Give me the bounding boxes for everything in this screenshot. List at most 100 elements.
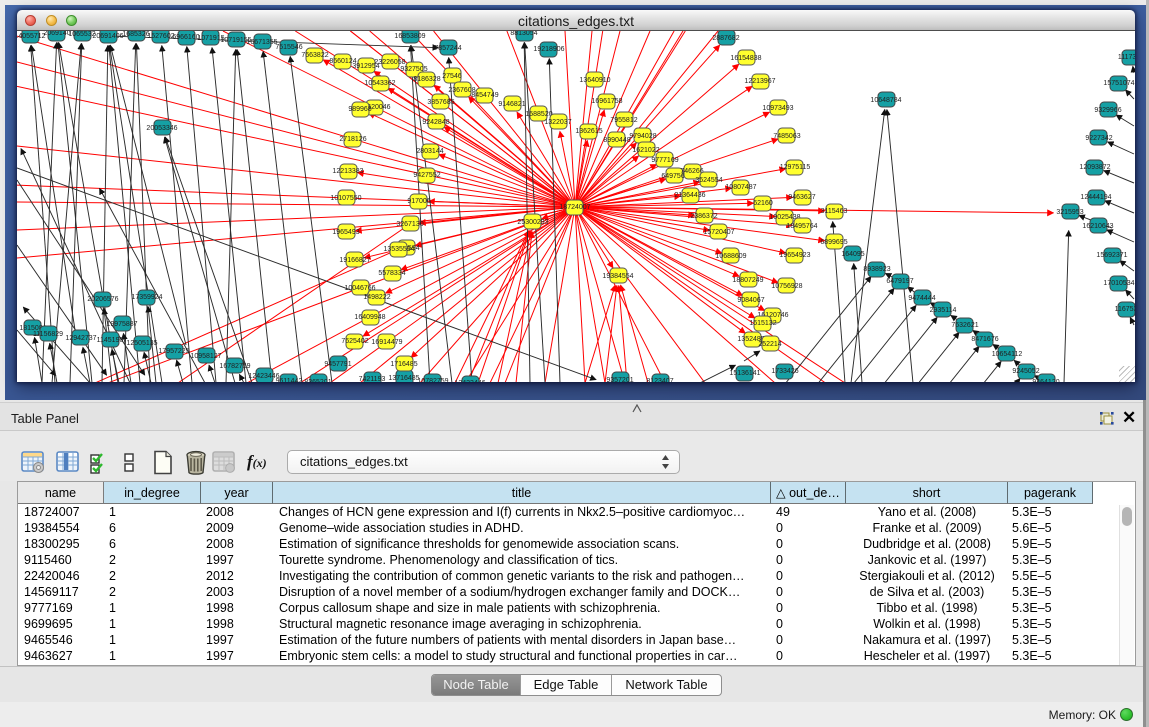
svg-text:18724007: 18724007: [559, 204, 590, 211]
svg-text:20206576: 20206576: [87, 296, 118, 303]
svg-text:14055712: 14055712: [17, 33, 46, 40]
svg-text:8990448: 8990448: [603, 137, 630, 144]
svg-text:25300293: 25300293: [517, 219, 548, 226]
svg-text:3624554: 3624554: [695, 177, 722, 184]
svg-text:6479197: 6479197: [886, 278, 913, 285]
svg-text:16961758: 16961758: [591, 98, 622, 105]
svg-text:1621022: 1621022: [632, 147, 659, 154]
svg-text:252214: 252214: [758, 341, 781, 348]
svg-text:10807487: 10807487: [725, 184, 756, 191]
svg-text:7632621: 7632621: [951, 322, 978, 329]
svg-text:12942737: 12942737: [65, 335, 96, 342]
svg-text:15751074: 15751074: [1103, 80, 1134, 87]
svg-text:9464120: 9464120: [1032, 379, 1059, 382]
svg-text:15136141: 15136141: [729, 370, 760, 377]
svg-text:9245052: 9245052: [1012, 368, 1039, 375]
svg-text:164095: 164095: [841, 251, 864, 258]
svg-text:2887682: 2887682: [712, 35, 739, 42]
svg-text:12505135: 12505135: [126, 340, 157, 347]
svg-text:13640910: 13640910: [579, 77, 610, 84]
svg-text:10688609: 10688609: [715, 253, 746, 260]
svg-text:18495764: 18495764: [786, 223, 817, 230]
svg-text:7955812: 7955812: [610, 117, 637, 124]
svg-text:7663822: 7663822: [301, 52, 328, 59]
svg-text:9357201: 9357201: [606, 377, 633, 382]
svg-text:8938923: 8938923: [863, 266, 890, 273]
svg-text:13716485: 13716485: [388, 375, 419, 382]
svg-text:10543362: 10543362: [364, 80, 395, 87]
svg-text:7515546: 7515546: [275, 44, 302, 51]
svg-text:1117344: 1117344: [1118, 54, 1135, 61]
svg-text:8365201: 8365201: [304, 379, 331, 382]
svg-text:1322037: 1322037: [544, 119, 571, 126]
svg-text:9463627: 9463627: [788, 194, 815, 201]
svg-text:9084067: 9084067: [737, 297, 764, 304]
svg-text:10973493: 10973493: [762, 105, 793, 112]
svg-text:16853809: 16853809: [394, 33, 425, 40]
svg-text:7625402: 7625402: [341, 338, 368, 345]
svg-text:17359924: 17359924: [131, 294, 162, 301]
svg-text:19975887: 19975887: [106, 321, 137, 328]
svg-text:21364436: 21364436: [674, 192, 705, 199]
svg-text:1615132: 1615132: [749, 320, 776, 327]
svg-text:12213383: 12213383: [332, 168, 363, 175]
svg-text:2803144: 2803144: [416, 148, 443, 155]
svg-text:9427552: 9427552: [413, 172, 440, 179]
svg-text:2935114: 2935114: [930, 307, 957, 314]
svg-text:16409948: 16409948: [354, 314, 385, 321]
svg-text:2718126: 2718126: [339, 136, 366, 143]
svg-text:917006: 917006: [407, 198, 430, 205]
svg-text:1716485: 1716485: [390, 361, 417, 368]
svg-text:62160: 62160: [753, 200, 773, 207]
svg-text:23226058: 23226058: [374, 59, 405, 66]
svg-text:16782759: 16782759: [219, 363, 250, 370]
svg-text:1965493: 1965493: [332, 229, 359, 236]
svg-text:7857244: 7857244: [434, 45, 461, 52]
svg-text:10756928: 10756928: [771, 283, 802, 290]
svg-text:16914479: 16914479: [371, 339, 402, 346]
svg-text:9794028: 9794028: [629, 133, 656, 140]
svg-text:15692371: 15692371: [1096, 252, 1127, 259]
svg-text:1362615: 1362615: [575, 128, 602, 135]
svg-text:10782759: 10782759: [417, 378, 448, 382]
svg-text:3115463: 3115463: [821, 208, 848, 215]
svg-text:16671355: 16671355: [246, 39, 277, 46]
svg-text:7485063: 7485063: [773, 133, 800, 140]
svg-text:16210643: 16210643: [1082, 223, 1113, 230]
svg-text:20691406: 20691406: [92, 33, 123, 40]
svg-text:5578334: 5578334: [378, 270, 405, 277]
svg-text:20053346: 20053346: [146, 125, 177, 132]
svg-text:3215953: 3215953: [1056, 209, 1083, 216]
svg-text:1498222: 1498222: [363, 294, 390, 301]
svg-text:12423446: 12423446: [454, 380, 485, 382]
svg-text:8186328: 8186328: [413, 76, 440, 83]
svg-text:27546: 27546: [442, 73, 462, 80]
svg-text:9227342: 9227342: [1085, 135, 1112, 142]
svg-text:9242848: 9242848: [422, 119, 449, 126]
svg-text:13535594: 13535594: [383, 246, 414, 253]
svg-text:9146821: 9146821: [498, 101, 525, 108]
svg-text:1733426: 1733426: [771, 368, 798, 375]
svg-text:6899695: 6899695: [820, 239, 847, 246]
svg-text:9777169: 9777169: [651, 157, 678, 164]
svg-text:1527602: 1527602: [147, 33, 174, 40]
svg-text:10107550: 10107550: [330, 195, 361, 202]
svg-text:11156829: 11156829: [33, 331, 63, 338]
svg-text:3857685: 3857685: [427, 99, 454, 106]
svg-text:19218906: 19218906: [533, 46, 564, 53]
svg-text:8123407: 8123407: [646, 378, 673, 382]
svg-text:2386372: 2386372: [690, 213, 717, 220]
svg-text:7421193: 7421193: [359, 376, 386, 382]
svg-text:9611442: 9611442: [276, 378, 303, 382]
svg-text:8454749: 8454749: [471, 92, 498, 99]
svg-text:1145190: 1145190: [97, 337, 124, 344]
svg-text:989968: 989968: [348, 106, 371, 113]
svg-text:1685326: 1685326: [122, 31, 149, 38]
svg-text:16154838: 16154838: [730, 55, 761, 62]
svg-text:3267130: 3267130: [396, 221, 423, 228]
svg-text:12444194: 12444194: [1080, 194, 1111, 201]
svg-text:9474444: 9474444: [908, 295, 935, 302]
svg-text:10654112: 10654112: [992, 351, 1023, 358]
svg-text:17010534: 17010534: [1103, 280, 1134, 287]
svg-text:10958127: 10958127: [190, 353, 221, 360]
